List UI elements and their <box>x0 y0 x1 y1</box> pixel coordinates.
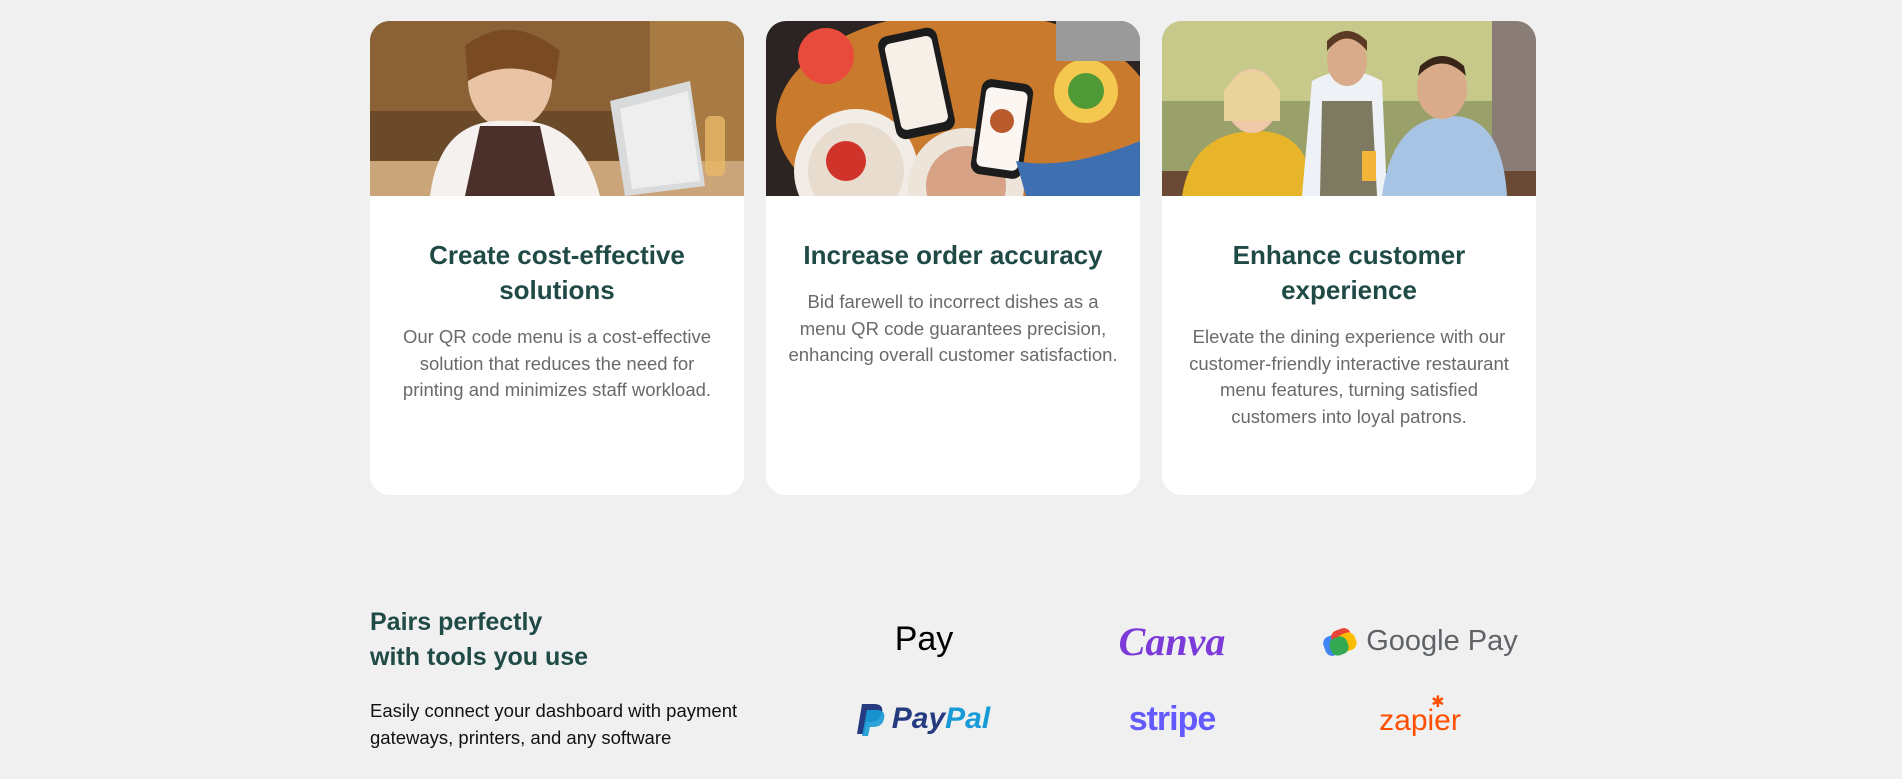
card-title: Increase order accuracy <box>803 240 1103 270</box>
google-pay-label: Google Pay <box>1366 624 1518 657</box>
integrations-heading-line2: with tools you use <box>370 643 589 671</box>
card-description: Elevate the dining experience with our c… <box>1189 326 1509 427</box>
card-title: Create cost-effective solutions <box>429 240 685 305</box>
diners-waitress-image <box>1162 21 1536 196</box>
card-description: Bid farewell to incorrect dishes as a me… <box>788 291 1118 365</box>
apple-pay-label: Pay <box>894 619 954 658</box>
waitress-laptop-image <box>370 21 744 196</box>
zapier-text: zapier <box>1379 704 1461 737</box>
canva-label: Canva <box>1118 618 1226 664</box>
paypal-icon <box>856 704 885 736</box>
zapier-logo: zapier ✱ <box>1310 694 1530 746</box>
google-pay-logo: Google Pay <box>1310 616 1530 666</box>
stripe-label: stripe <box>1128 699 1217 738</box>
google-wallet-icon <box>1323 628 1357 656</box>
benefit-card-cost: Create cost-effective solutions Our QR c… <box>370 21 744 495</box>
benefit-cards: Create cost-effective solutions Our QR c… <box>370 21 1536 495</box>
page: Create cost-effective solutions Our QR c… <box>0 0 1902 779</box>
card-title: Enhance customer experience <box>1232 240 1466 305</box>
benefit-card-accuracy: Increase order accuracy Bid farewell to … <box>766 21 1140 495</box>
stripe-logo: stripe <box>1062 694 1282 744</box>
integrations-heading-line1: Pairs perfectly <box>370 608 543 636</box>
integrations-heading: Pairs perfectly with tools you use <box>370 605 690 675</box>
benefit-card-experience: Enhance customer experience Elevate the … <box>1162 21 1536 495</box>
card-description: Our QR code menu is a cost-effective sol… <box>402 326 712 400</box>
canva-logo: Canva <box>1062 616 1282 666</box>
apple-pay-logo: Pay <box>813 614 1033 664</box>
paypal-logo: Pay Pal <box>813 694 1033 744</box>
zapier-label: zapier ✱ <box>1379 694 1461 738</box>
integrations-description: Easily connect your dashboard with payme… <box>370 700 738 748</box>
paypal-label-pal: Pal <box>945 702 991 735</box>
zapier-asterisk-icon: ✱ <box>1431 694 1445 711</box>
food-table-phones-image <box>766 21 1140 196</box>
paypal-label-pay: Pay <box>891 702 946 735</box>
